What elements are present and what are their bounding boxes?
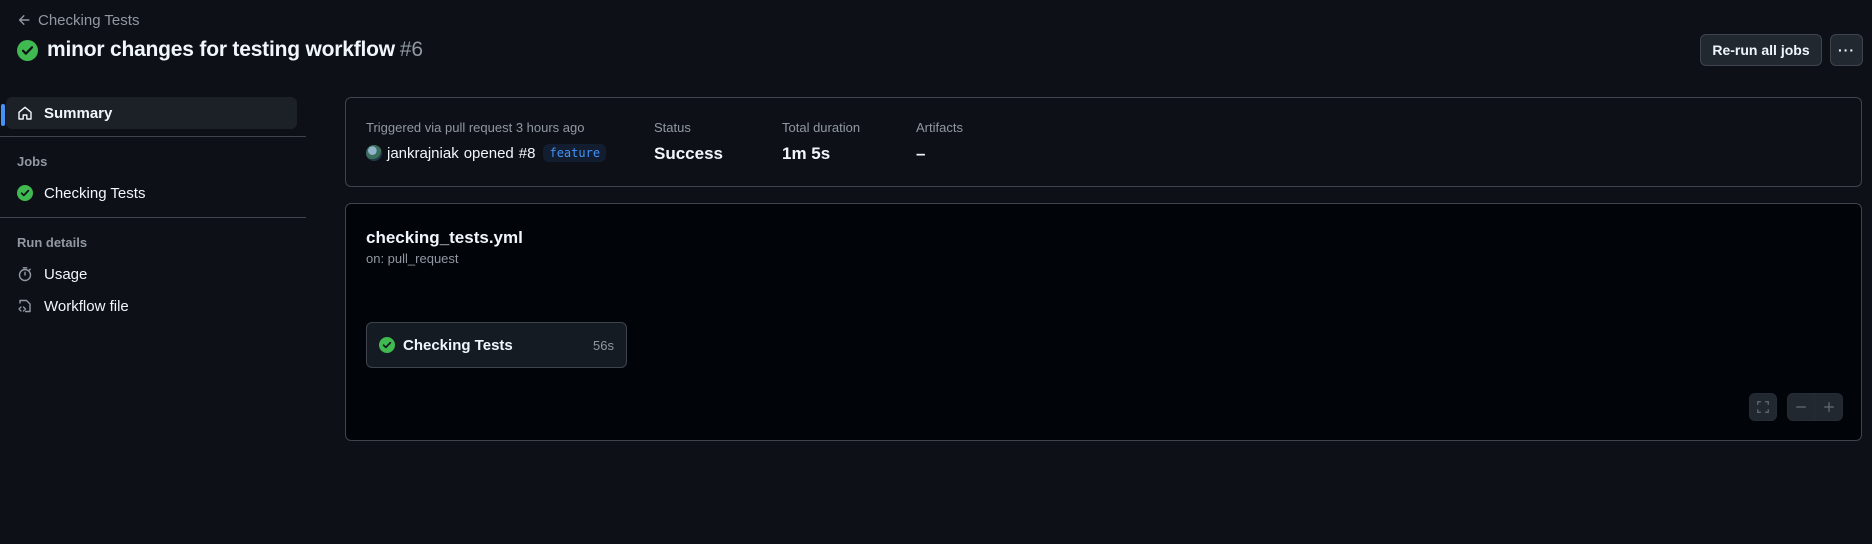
sidebar-divider [0, 136, 306, 137]
back-link-label: Checking Tests [38, 11, 140, 29]
status-label: Status [654, 120, 691, 135]
zoom-out-button[interactable] [1787, 393, 1815, 421]
check-circle-fill-icon [379, 337, 395, 353]
sidebar-item-label: Workflow file [44, 297, 129, 315]
pr-link[interactable]: #8 [519, 145, 536, 162]
sidebar-item-label: Usage [44, 265, 88, 283]
trigger-info: Triggered via pull request 3 hours ago j… [366, 120, 607, 162]
branch-label[interactable]: feature [543, 144, 607, 162]
sidebar-item-checking-tests[interactable]: Checking Tests [6, 177, 297, 209]
job-duration: 56s [593, 337, 614, 353]
artifacts-info: Artifacts – [916, 120, 963, 164]
artifacts-label: Artifacts [916, 120, 963, 135]
page-header: Checking Tests minor changes for testing… [0, 0, 1872, 80]
status-info: Status Success [654, 120, 723, 164]
artifacts-value: – [916, 144, 926, 163]
active-indicator [1, 104, 5, 126]
fullscreen-icon [1757, 401, 1769, 413]
trigger-action: opened [463, 144, 514, 162]
workflow-trigger: on: pull_request [366, 251, 459, 266]
check-circle-fill-icon [17, 185, 33, 201]
actor-link[interactable]: jankrajniak [387, 145, 459, 162]
page-title: minor changes for testing workflow #6 [47, 38, 423, 61]
trigger-label: Triggered via pull request 3 hours ago [366, 120, 585, 135]
zoom-in-button[interactable] [1815, 393, 1843, 421]
job-name: Checking Tests [403, 336, 513, 354]
duration-info: Total duration 1m 5s [782, 120, 860, 164]
run-number: #6 [399, 38, 423, 61]
workflow-graph-card: checking_tests.yml on: pull_request Chec… [345, 203, 1862, 441]
fullscreen-button[interactable] [1749, 393, 1777, 421]
minus-icon [1796, 406, 1806, 408]
run-summary-card: Triggered via pull request 3 hours ago j… [345, 97, 1862, 187]
home-icon [18, 106, 32, 120]
file-code-icon [18, 299, 31, 313]
sidebar-item-label: Summary [44, 104, 113, 122]
sidebar-item-label: Checking Tests [44, 184, 146, 202]
job-node-checking-tests[interactable]: Checking Tests 56s [366, 322, 627, 368]
sidebar-item-workflow-file[interactable]: Workflow file [6, 290, 297, 322]
workflow-file-name: checking_tests.yml [366, 228, 523, 247]
arrow-left-icon [18, 15, 30, 25]
sidebar-item-summary[interactable]: Summary [6, 97, 297, 129]
stopwatch-icon [18, 267, 32, 282]
check-circle-fill-icon [17, 39, 38, 61]
status-value: Success [654, 144, 723, 163]
duration-label: Total duration [782, 120, 861, 135]
plus-icon [1823, 402, 1834, 412]
duration-value: 1m 5s [782, 144, 831, 163]
more-options-button[interactable]: ··· [1830, 34, 1863, 66]
page-title-row: minor changes for testing workflow #6 [17, 36, 423, 64]
back-link[interactable]: Checking Tests [17, 11, 139, 29]
jobs-heading: Jobs [17, 154, 48, 169]
avatar[interactable] [366, 145, 382, 161]
sidebar-item-usage[interactable]: Usage [6, 258, 297, 290]
rerun-all-jobs-button[interactable]: Re-run all jobs [1700, 34, 1822, 66]
sidebar-divider [0, 217, 306, 218]
run-details-heading: Run details [17, 235, 88, 250]
